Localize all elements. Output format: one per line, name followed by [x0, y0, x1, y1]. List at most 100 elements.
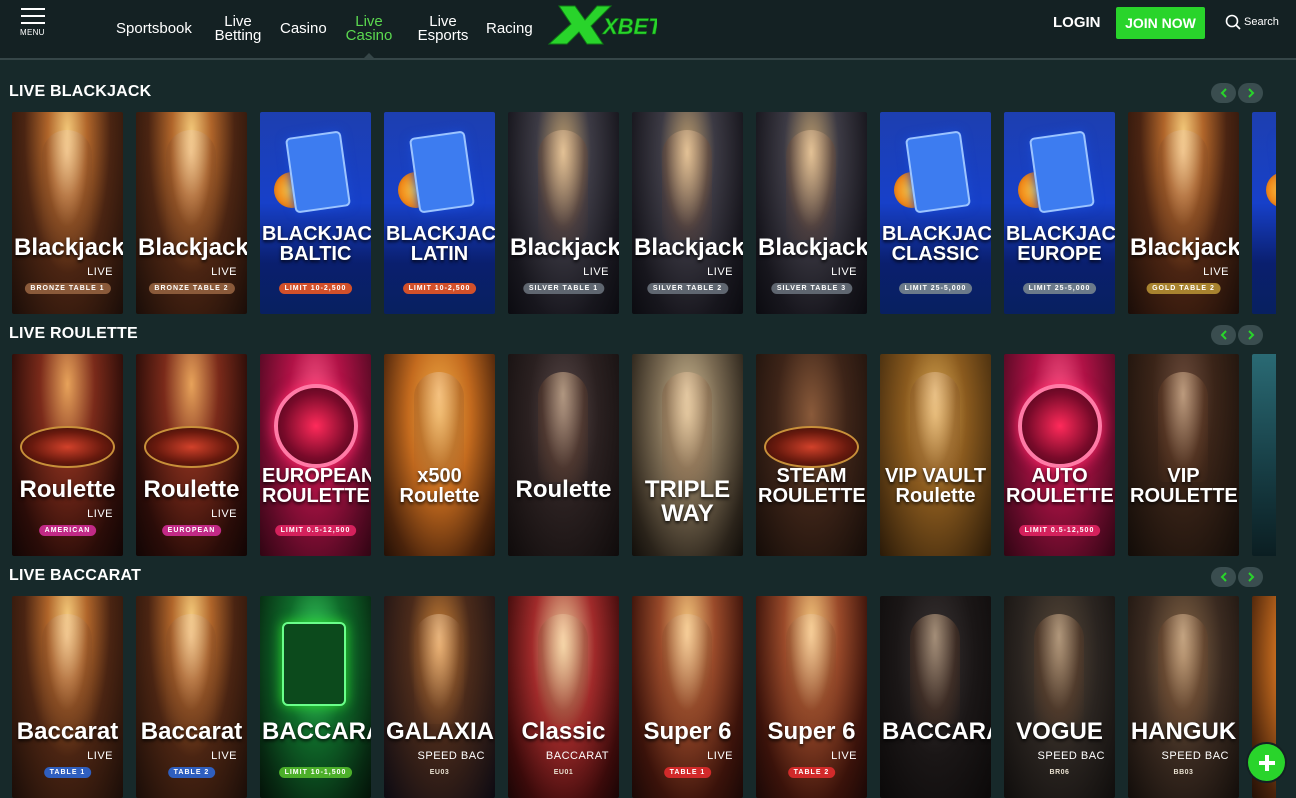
- nav-item-label-line2: Casino: [345, 27, 393, 44]
- game-badge: BRONZE TABLE 1: [24, 283, 111, 294]
- game-card[interactable]: BACCARAT LIMIT 10-1,500: [260, 596, 371, 798]
- game-card[interactable]: HANGUK SPEED BAC BB03: [1128, 596, 1239, 798]
- chevron-left-icon: [1220, 88, 1227, 98]
- game-thumbnail: [1252, 112, 1276, 314]
- game-badge: TABLE 2: [167, 767, 216, 778]
- game-title: BLACKJACK LATIN: [386, 223, 495, 265]
- game-card[interactable]: Blackjack LIVE BRONZE TABLE 1: [12, 112, 123, 314]
- carousel-prev-button[interactable]: [1211, 567, 1236, 587]
- top-navigation-bar: MENU Sportsbook Live Betting Casino Live Casi…: [0, 0, 1296, 60]
- game-badge: LIMIT 0.5-12,500: [1018, 525, 1101, 536]
- game-card[interactable]: Blackjack LIVE BRONZE TABLE 2: [136, 112, 247, 314]
- game-title: Baccarat: [16, 718, 119, 745]
- carousel-prev-button[interactable]: [1211, 83, 1236, 103]
- game-card[interactable]: VIP ROULETTE: [1128, 354, 1239, 556]
- carousel-arrows: [1211, 83, 1265, 103]
- game-card[interactable]: Blackjack LIVE SILVER TABLE 3: [756, 112, 867, 314]
- game-badge: BR06: [1049, 769, 1070, 776]
- game-card[interactable]: [1252, 354, 1276, 556]
- hamburger-icon: [21, 8, 45, 10]
- game-title: BL: [1254, 236, 1276, 260]
- game-subtitle: BACCARAT: [545, 750, 609, 762]
- game-badge: AMERICAN: [38, 525, 97, 536]
- hamburger-icon-line: [21, 22, 45, 24]
- carousel-next-button[interactable]: [1238, 83, 1263, 103]
- game-card[interactable]: BL: [1252, 112, 1276, 314]
- game-card[interactable]: EUROPEAN ROULETTE LIMIT 0.5-12,500: [260, 354, 371, 556]
- login-button[interactable]: LOGIN: [1053, 14, 1101, 31]
- game-card[interactable]: Super 6 LIVE TABLE 1: [632, 596, 743, 798]
- game-card[interactable]: Blackjack LIVE GOLD TABLE 2: [1128, 112, 1239, 314]
- game-subtitle: LIVE: [87, 750, 113, 762]
- thumbnail-art: [1018, 384, 1102, 468]
- game-card[interactable]: Super 6 LIVE TABLE 2: [756, 596, 867, 798]
- game-title: EUROPEAN ROULETTE: [262, 465, 371, 507]
- game-card[interactable]: BACCARAT: [880, 596, 991, 798]
- game-card[interactable]: Classic BACCARAT EU01: [508, 596, 619, 798]
- thumbnail-art: [662, 130, 712, 240]
- thumbnail-art: [1028, 130, 1096, 214]
- game-card[interactable]: VIP VAULT Roulette: [880, 354, 991, 556]
- game-card[interactable]: Roulette LIVE EUROPEAN: [136, 354, 247, 556]
- thumbnail-art: [274, 384, 358, 468]
- thumbnail-art: [408, 130, 476, 214]
- game-card[interactable]: BLACKJACK BALTIC LIMIT 10-2,500: [260, 112, 371, 314]
- game-card[interactable]: Roulette LIVE AMERICAN: [12, 354, 123, 556]
- game-title: BLACKJACK BALTIC: [262, 223, 371, 265]
- game-card[interactable]: Blackjack LIVE SILVER TABLE 1: [508, 112, 619, 314]
- game-card[interactable]: BLACKJACK EUROPE LIMIT 25-5,000: [1004, 112, 1115, 314]
- nav-item-live-casino[interactable]: Live Casino: [344, 0, 394, 60]
- game-subtitle: SPEED BAC: [1161, 750, 1229, 762]
- game-badge: LIMIT 10-2,500: [278, 283, 353, 294]
- nav-item-racing[interactable]: Racing: [486, 0, 536, 58]
- game-title: BLACKJACK CLASSIC: [882, 223, 991, 265]
- game-card[interactable]: Baccarat LIVE TABLE 2: [136, 596, 247, 798]
- game-card[interactable]: TRIPLE WAY: [632, 354, 743, 556]
- nav-item-label: Casino: [280, 20, 327, 37]
- thumbnail-art: [166, 130, 216, 240]
- thumbnail-art: [1034, 614, 1084, 724]
- game-title: STEAM ROULETTE: [758, 465, 866, 507]
- nav-item-label-line2: Esports: [417, 27, 469, 44]
- nav-item-label: Racing: [486, 20, 533, 37]
- section-live-roulette: LIVE ROULETTE Roulette LIVE AMERICAN Roulett…: [0, 322, 1296, 556]
- carousel-next-button[interactable]: [1238, 325, 1263, 345]
- game-badge: GOLD TABLE 2: [1146, 283, 1221, 294]
- nav-item-sportsbook[interactable]: Sportsbook: [116, 0, 196, 58]
- search-button[interactable]: Search: [1225, 14, 1279, 30]
- game-subtitle: LIVE: [1203, 266, 1229, 278]
- thumbnail-art: [1158, 130, 1208, 240]
- section-title: LIVE BLACKJACK: [9, 83, 152, 100]
- thumbnail-art: [282, 622, 346, 706]
- nav-item-casino[interactable]: Casino: [280, 0, 330, 58]
- game-card[interactable]: x500 Roulette: [384, 354, 495, 556]
- xbet-logo[interactable]: XBET: [545, 4, 664, 46]
- game-badge: BRONZE TABLE 2: [148, 283, 235, 294]
- game-card[interactable]: GALAXIA SPEED BAC EU03: [384, 596, 495, 798]
- game-card[interactable]: VOGUE SPEED BAC BR06: [1004, 596, 1115, 798]
- game-card[interactable]: Baccarat LIVE TABLE 1: [12, 596, 123, 798]
- game-card[interactable]: STEAM ROULETTE: [756, 354, 867, 556]
- add-floating-button[interactable]: [1248, 744, 1285, 781]
- nav-item-live-betting[interactable]: Live Betting: [212, 0, 264, 58]
- join-now-button[interactable]: JOIN NOW: [1116, 7, 1205, 39]
- game-card[interactable]: AUTO ROULETTE LIMIT 0.5-12,500: [1004, 354, 1115, 556]
- game-subtitle: LIVE: [87, 508, 113, 520]
- nav-item-live-esports[interactable]: Live Esports: [415, 0, 471, 58]
- carousel-prev-button[interactable]: [1211, 325, 1236, 345]
- game-subtitle: LIVE: [707, 750, 733, 762]
- game-carousel: Blackjack LIVE BRONZE TABLE 1 Blackjack LIVE…: [12, 112, 1276, 314]
- logo-text: XBET: [601, 14, 657, 39]
- game-title: Blackjack: [510, 234, 619, 261]
- game-subtitle: SPEED BAC: [1037, 750, 1105, 762]
- menu-label: MENU: [20, 28, 45, 37]
- game-title: GALAXIA: [386, 718, 494, 745]
- game-card[interactable]: BLACKJACK LATIN LIMIT 10-2,500: [384, 112, 495, 314]
- game-card[interactable]: Roulette: [508, 354, 619, 556]
- game-card[interactable]: Blackjack LIVE SILVER TABLE 2: [632, 112, 743, 314]
- menu-button[interactable]: MENU: [18, 8, 48, 40]
- thumbnail-art: [42, 130, 92, 240]
- game-card[interactable]: BLACKJACK CLASSIC LIMIT 25-5,000: [880, 112, 991, 314]
- carousel-next-button[interactable]: [1238, 567, 1263, 587]
- section-title: LIVE BACCARAT: [9, 567, 142, 584]
